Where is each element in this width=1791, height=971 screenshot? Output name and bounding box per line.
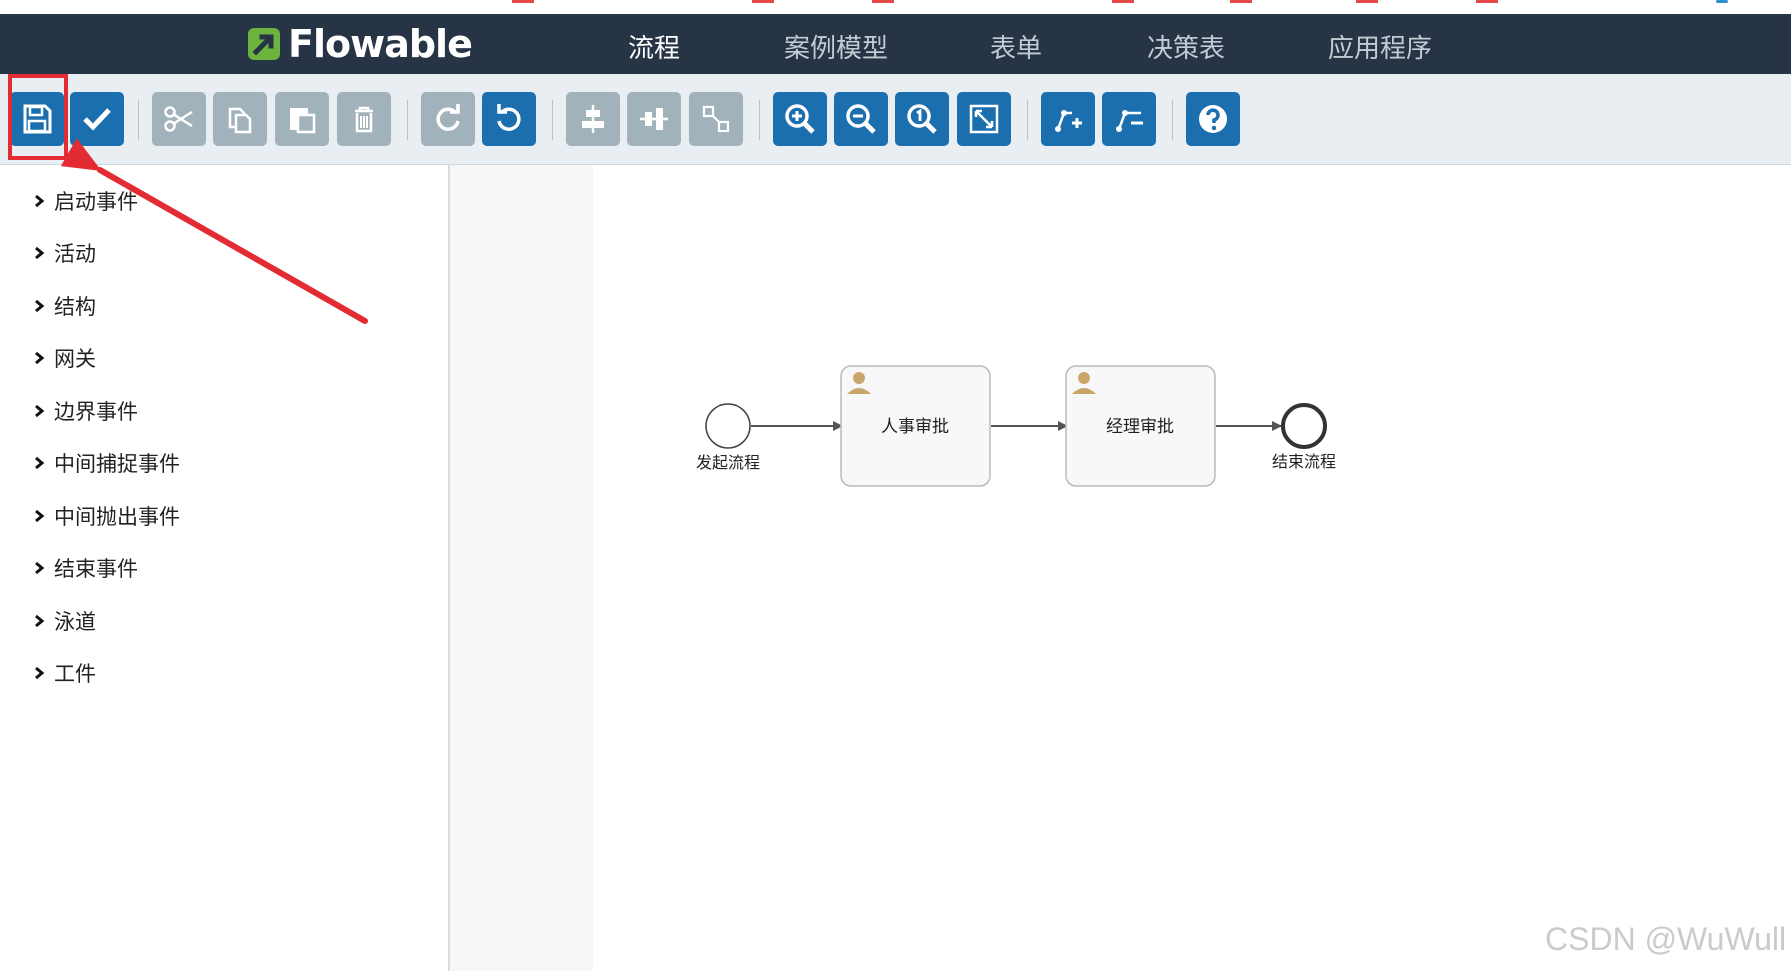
top-navbar: Flowable 流程 案例模型 表单 决策表 应用程序 — [0, 14, 1791, 88]
palette-group-label: 网关 — [54, 347, 96, 371]
palette-group-label: 工件 — [54, 662, 96, 686]
palette-group-end-events[interactable]: 结束事件 — [32, 553, 138, 583]
palette-group-start-events[interactable]: 启动事件 — [32, 186, 138, 216]
palette-group-label: 结构 — [54, 295, 96, 319]
chevron-right-icon — [35, 351, 45, 365]
red-mark — [872, 0, 894, 3]
palette-group-gateways[interactable]: 网关 — [32, 343, 96, 373]
copy-icon — [228, 107, 252, 134]
align-horizontal-button[interactable] — [566, 92, 620, 146]
copy-button[interactable] — [213, 92, 267, 146]
toolbar-separator — [1172, 100, 1173, 140]
zoom-fit-icon — [969, 104, 999, 134]
palette-group-label: 活动 — [54, 242, 96, 266]
red-mark — [752, 0, 774, 3]
delete-button[interactable] — [337, 92, 391, 146]
palette-group-intermediate-throw[interactable]: 中间抛出事件 — [32, 501, 180, 531]
chevron-right-icon — [35, 561, 45, 575]
zoom-in-button[interactable] — [773, 92, 827, 146]
remove-bendpoint-icon — [1116, 110, 1143, 132]
undo-icon — [497, 104, 521, 131]
red-mark — [1112, 0, 1134, 3]
redo-icon — [436, 104, 460, 131]
chevron-right-icon — [35, 614, 45, 628]
add-bendpoint-button[interactable] — [1041, 92, 1095, 146]
palette-group-intermediate-catch[interactable]: 中间捕捉事件 — [32, 448, 180, 478]
palette-group-label: 边界事件 — [54, 400, 138, 424]
align-vertical-button[interactable] — [627, 92, 681, 146]
zoom-actual-icon — [907, 104, 937, 134]
chevron-right-icon — [35, 299, 45, 313]
toolbar-separator — [1027, 100, 1028, 140]
add-bendpoint-icon — [1055, 110, 1082, 132]
zoom-fit-button[interactable] — [957, 92, 1011, 146]
shape-palette: 启动事件 活动 结构 网关 边界事件 中间捕捉事件 中间抛出事件 结束事件 泳道… — [0, 165, 450, 971]
palette-group-structural[interactable]: 结构 — [32, 291, 96, 321]
logo-text: Flowable — [288, 22, 473, 66]
toolbar-separator — [759, 100, 760, 140]
palette-group-label: 中间抛出事件 — [54, 505, 180, 529]
palette-group-label: 泳道 — [54, 610, 96, 634]
editor-toolbar — [0, 74, 1791, 165]
chevron-right-icon — [35, 246, 45, 260]
zoom-in-icon — [785, 104, 815, 134]
scissors-icon — [164, 106, 193, 132]
help-icon — [1199, 105, 1227, 133]
palette-group-label: 结束事件 — [54, 557, 138, 581]
align-vertical-icon — [640, 108, 668, 130]
red-mark — [512, 0, 534, 3]
toolbar-separator — [138, 100, 139, 140]
chevron-right-icon — [35, 404, 45, 418]
validate-button[interactable] — [70, 92, 124, 146]
palette-group-boundary-events[interactable]: 边界事件 — [32, 396, 138, 426]
top-strip — [0, 0, 1791, 14]
palette-group-swimlanes[interactable]: 泳道 — [32, 606, 96, 636]
watermark: CSDN @WuWull — [1545, 921, 1787, 957]
palette-group-label: 启动事件 — [54, 190, 138, 214]
palette-group-artifacts[interactable]: 工件 — [32, 658, 96, 688]
red-mark — [1230, 0, 1252, 3]
chevron-right-icon — [35, 509, 45, 523]
process-canvas[interactable] — [593, 165, 1791, 971]
undo-button[interactable] — [482, 92, 536, 146]
zoom-out-icon — [846, 104, 876, 134]
remove-bendpoint-button[interactable] — [1102, 92, 1156, 146]
same-size-button[interactable] — [689, 92, 743, 146]
zoom-actual-button[interactable] — [895, 92, 949, 146]
align-horizontal-icon — [582, 105, 604, 133]
red-mark — [1356, 0, 1378, 3]
red-mark — [1476, 0, 1498, 3]
flowable-logo[interactable]: Flowable — [246, 22, 473, 66]
paste-button[interactable] — [275, 92, 329, 146]
help-button[interactable] — [1186, 92, 1240, 146]
save-highlight-box — [8, 74, 68, 160]
palette-group-activities[interactable]: 活动 — [32, 238, 96, 268]
nav-tab-case-model[interactable]: 案例模型 — [784, 28, 888, 65]
cut-button[interactable] — [152, 92, 206, 146]
toolbar-separator — [552, 100, 553, 140]
nav-tab-process[interactable]: 流程 — [628, 28, 680, 65]
checkmark-icon — [83, 108, 111, 131]
paste-icon — [290, 108, 316, 134]
trash-icon — [355, 106, 373, 133]
nav-tab-apps[interactable]: 应用程序 — [1328, 28, 1432, 65]
nav-tab-decision-tables[interactable]: 决策表 — [1147, 28, 1225, 65]
chevron-right-icon — [35, 666, 45, 680]
toolbar-separator — [407, 100, 408, 140]
same-size-icon — [702, 105, 730, 133]
palette-group-label: 中间捕捉事件 — [54, 452, 180, 476]
chevron-right-icon — [35, 456, 45, 470]
zoom-out-button[interactable] — [834, 92, 888, 146]
flowable-logo-icon — [248, 28, 280, 60]
chevron-right-icon — [35, 194, 45, 208]
nav-tab-forms[interactable]: 表单 — [990, 28, 1042, 65]
redo-button[interactable] — [421, 92, 475, 146]
blue-mark — [1716, 0, 1728, 3]
